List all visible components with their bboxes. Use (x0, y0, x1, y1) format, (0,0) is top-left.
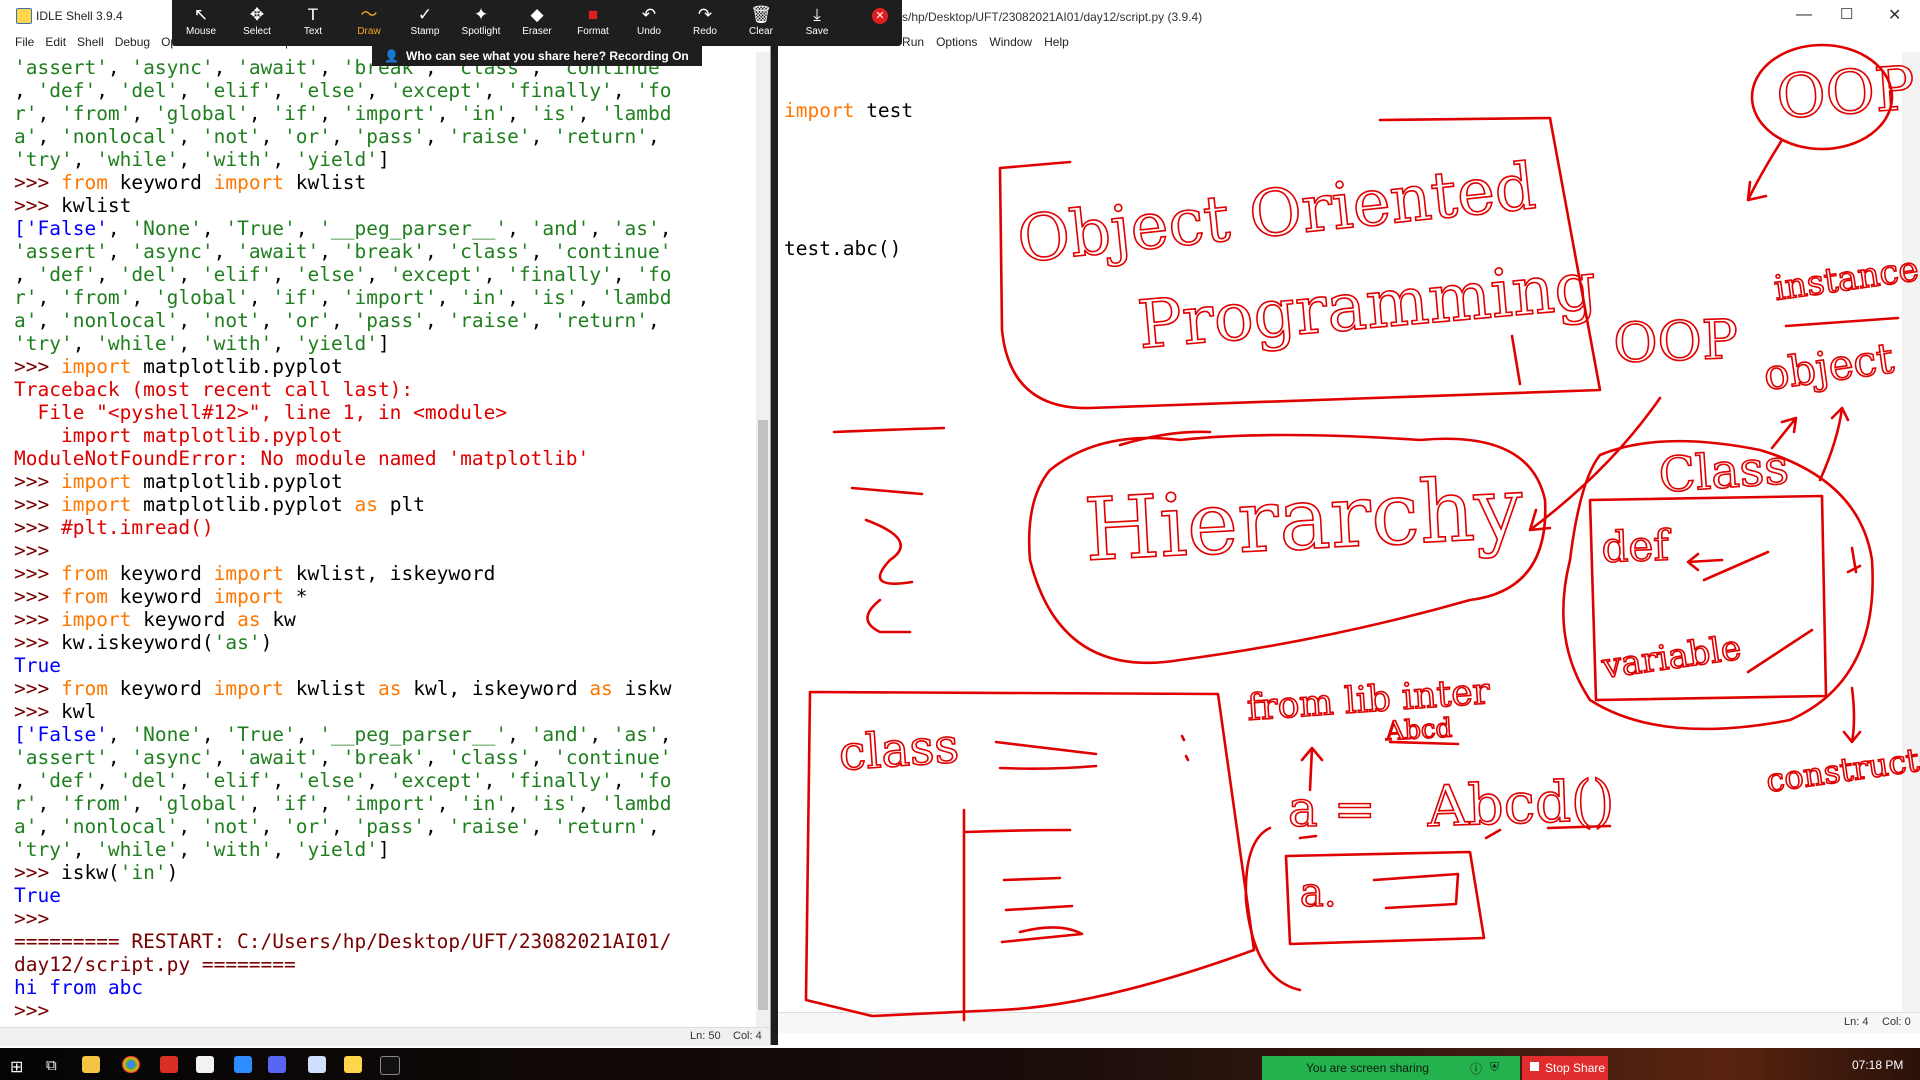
ink-label-a-dot: a. (1300, 870, 1337, 916)
info-icon[interactable]: ⓘ (1470, 1060, 1482, 1077)
eraser-icon: ◆ (530, 5, 544, 24)
tool-label: Text (303, 26, 323, 37)
stop-share-button[interactable]: Stop Share (1522, 1056, 1608, 1080)
tool-save-button[interactable]: ⤓ Save (792, 4, 842, 37)
ink-label-hierarchy: Hierarchy (1082, 458, 1526, 581)
tool-label: Clear (749, 26, 773, 37)
notepad-icon[interactable] (196, 1056, 214, 1073)
ink-label-abcd-small: Abcd (1384, 714, 1453, 747)
file-explorer-icon[interactable] (82, 1056, 100, 1073)
ink-label-class-kw: class (837, 718, 961, 782)
tool-eraser-button[interactable]: ◆ Eraser (512, 4, 562, 37)
class-body-scribble (1000, 876, 1084, 944)
ink-label-title-line2: Programming (1135, 247, 1600, 364)
tool-label: Stamp (410, 26, 440, 37)
instance-underline (1784, 316, 1900, 328)
tool-mouse-button[interactable]: ↖ Mouse (176, 4, 226, 37)
tool-format-button[interactable]: ■ Format (568, 4, 618, 37)
ink-label-oop: OOP (1612, 308, 1739, 375)
discord-icon[interactable] (268, 1056, 286, 1073)
trash-icon: 🗑 (750, 5, 772, 24)
zoom-app-icon[interactable] (234, 1056, 252, 1073)
a-dot-blank (1372, 872, 1460, 910)
bracket-left (1244, 826, 1302, 992)
tool-redo-button[interactable]: ↷ Redo (680, 4, 730, 37)
pdf-reader-icon[interactable] (160, 1056, 178, 1073)
task-view-icon[interactable]: ⧉ (46, 1057, 57, 1074)
save-icon: ⤓ (813, 5, 821, 24)
class-right-mark (1846, 546, 1862, 574)
shield-icon: ⛨ (1490, 1060, 1500, 1074)
constructor-arrow (1842, 686, 1862, 744)
tool-label: Select (243, 26, 271, 37)
ink-label-variable: variable (1599, 628, 1744, 687)
tool-label: Save (805, 26, 829, 37)
tool-label: Mouse (185, 26, 216, 37)
ink-label-from-lib: from lib inter (1246, 671, 1492, 729)
stop-share-label: Stop Share (1545, 1061, 1606, 1075)
left-line (832, 426, 946, 434)
tool-undo-button[interactable]: ↶ Undo (624, 4, 674, 37)
screen-sharing-bar[interactable]: You are screen sharing ⓘ ⛨ (1262, 1056, 1520, 1080)
spotlight-icon: ✦ (473, 5, 489, 24)
title-underline (1510, 334, 1522, 386)
document-app-icon[interactable] (308, 1056, 326, 1073)
person-icon: 👤 (384, 49, 399, 63)
ink-label-a-eq: a = (1288, 780, 1376, 838)
variable-arrow (1746, 628, 1814, 674)
terminal-icon[interactable] (380, 1056, 400, 1075)
ink-label-oop-circle: OOP (1774, 53, 1917, 133)
ink-label-abcd-call: Abcd() (1425, 768, 1615, 840)
select-icon: ✥ (249, 5, 265, 24)
stamp-icon: ✓ (417, 5, 433, 24)
chrome-icon[interactable] (122, 1056, 140, 1073)
class-brace (994, 740, 1098, 770)
annotation-layer: OOPObject OrientedProgramming OOPinstance… (804, 43, 1920, 1022)
undo-icon: ↶ (641, 5, 657, 24)
idle-taskbar-icon[interactable] (344, 1056, 362, 1073)
tool-label: Redo (693, 26, 717, 37)
tool-label: Undo (637, 26, 661, 37)
ink-label-constructor: constructor (1764, 736, 1920, 800)
draw-icon: 〜 (360, 5, 378, 24)
tool-draw-button[interactable]: 〜 Draw (344, 4, 394, 37)
taskbar-clock: 07:18 PM (1852, 1058, 1904, 1072)
class-colon (1180, 734, 1190, 762)
tool-text-button[interactable]: T Text (288, 4, 338, 37)
tool-label: Spotlight (461, 26, 501, 37)
left-curly (850, 486, 924, 634)
def-arrow (1686, 550, 1770, 582)
object-arrow (1818, 406, 1850, 482)
stop-icon (1530, 1062, 1539, 1071)
windows-start-icon[interactable]: ⊞ (10, 1057, 23, 1077)
close-toolbar-icon[interactable]: ✕ (872, 8, 888, 24)
ink-label-def: def (1601, 521, 1673, 572)
tool-stamp-button[interactable]: ✓ Stamp (400, 4, 450, 37)
screen-sharing-text: You are screen sharing (1306, 1061, 1429, 1075)
format-icon: ■ (587, 5, 599, 24)
arrow-from-oop (1746, 138, 1784, 202)
recording-banner: 👤 Who can see what you share here? Recor… (372, 46, 702, 66)
ink-label-class-big: Class (1657, 439, 1791, 504)
tool-clear-button[interactable]: 🗑 Clear (736, 4, 786, 37)
tool-label: Format (577, 26, 609, 37)
text-icon: T (307, 5, 319, 24)
mouse-pointer-icon: ↖ (193, 5, 209, 24)
tool-label: Draw (357, 26, 381, 37)
ink-label-instance: instance (1772, 249, 1920, 309)
class-body-lines (962, 808, 1072, 1022)
zoom-annotation-toolbar: ↖ Mouse ✥ Select T Text 〜 Draw ✓ Stamp ✦ Spotlight ◆… (172, 0, 902, 46)
tool-label: Eraser (522, 26, 552, 37)
tool-spotlight-button[interactable]: ✦ Spotlight (456, 4, 506, 37)
ink-label-object: object (1761, 333, 1897, 400)
redo-icon: ↷ (697, 5, 713, 24)
windows-taskbar (0, 1048, 1920, 1080)
tool-select-button[interactable]: ✥ Select (232, 4, 282, 37)
recording-notice: Who can see what you share here? Recordi… (406, 49, 689, 63)
